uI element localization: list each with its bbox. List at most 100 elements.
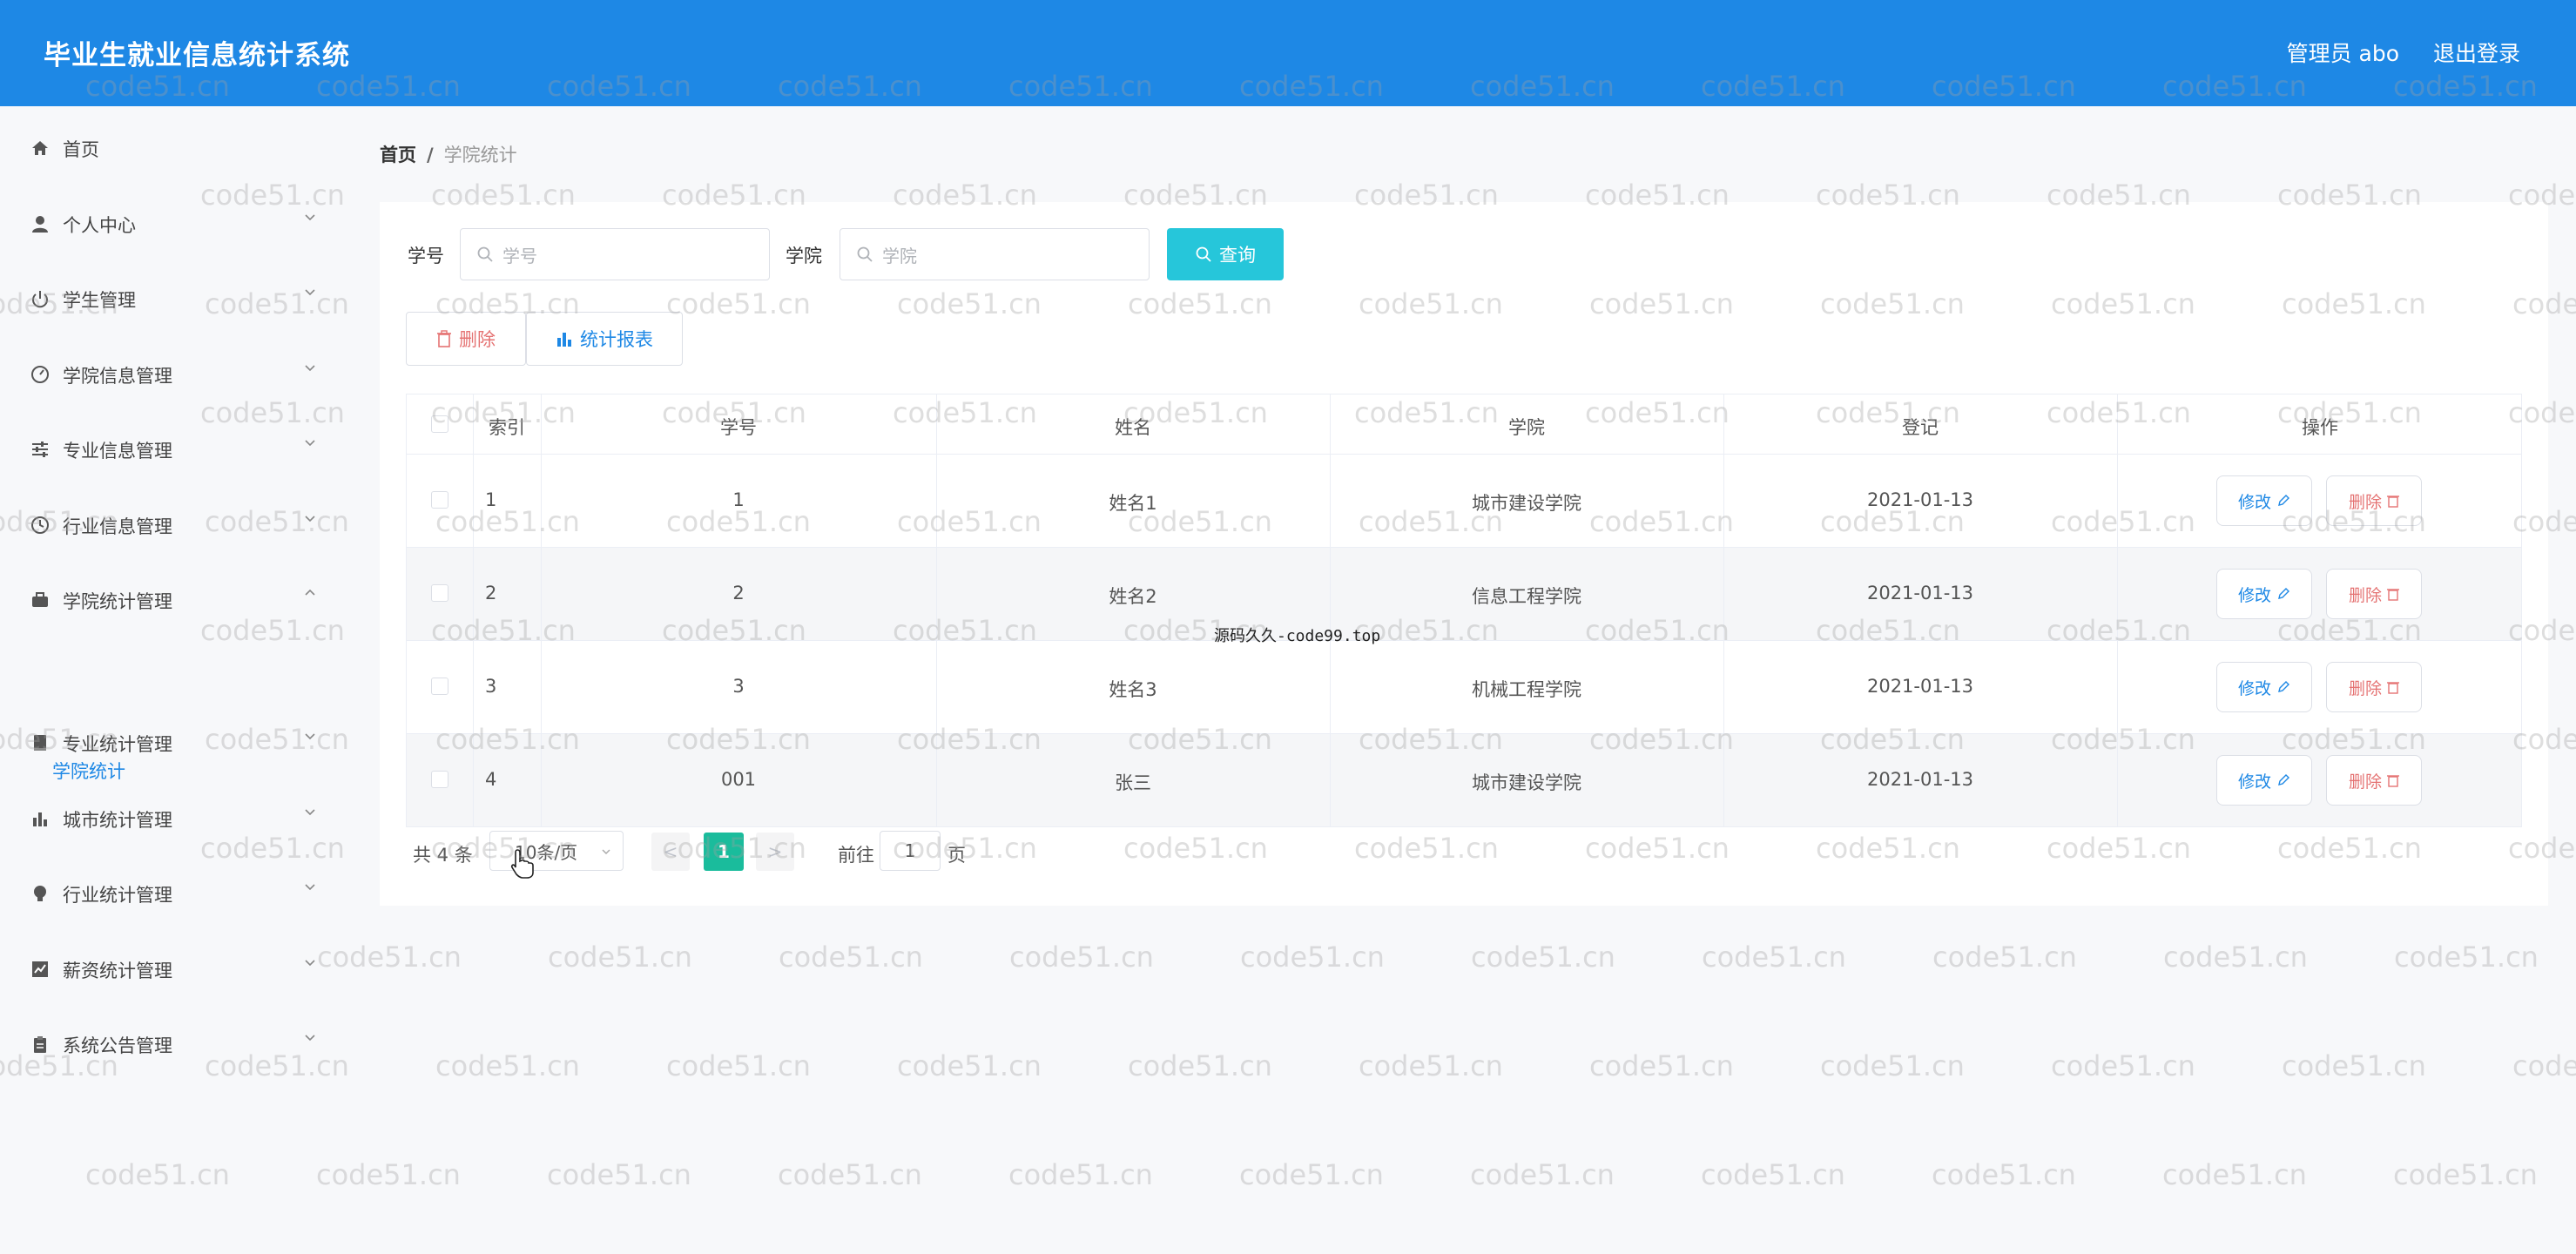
watermark-text: code51.cn (1932, 940, 2077, 974)
cell-name: 姓名1 (1109, 493, 1157, 514)
watermark-text: code51.cn (779, 940, 923, 974)
row-checkbox[interactable] (431, 678, 448, 695)
cell-date: 2021-01-13 (1866, 489, 1974, 510)
stat-report-button[interactable]: 统计报表 (526, 312, 683, 366)
hand-cursor-icon (510, 849, 534, 879)
edit-button[interactable]: 修改 (2216, 475, 2312, 526)
watermark-text: code51.cn (548, 940, 692, 974)
sidebar-item-students[interactable]: 学生管理 (0, 274, 347, 323)
delete-button[interactable]: 删除 (2326, 755, 2422, 806)
watermark-text: code51.cn (1932, 1158, 2076, 1191)
watermark-text: code51.cn (1589, 1049, 1734, 1082)
prev-page-button[interactable]: < (651, 833, 690, 871)
watermark-text: code51.cn (778, 1158, 922, 1191)
gauge-icon (30, 364, 51, 385)
goto-page-input[interactable]: 1 (880, 831, 941, 871)
delete-button[interactable]: 删除 (2326, 569, 2422, 619)
sidebar-item-college-stats[interactable]: 学院统计管理 (0, 576, 347, 624)
chevron-down-icon (305, 440, 315, 447)
table-row: 4 001 张三 城市建设学院 2021-01-13 修改 删除 (406, 734, 2522, 827)
watermark-text: code51.cn (2394, 940, 2539, 974)
sidebar-item-label: 学生管理 (63, 290, 136, 311)
cell-college: 城市建设学院 (1472, 772, 1581, 793)
batch-delete-label: 删除 (459, 329, 496, 350)
query-button[interactable]: 查询 (1167, 228, 1284, 280)
sidebar-item-major-info[interactable]: 专业信息管理 (0, 425, 347, 474)
batch-delete-button[interactable]: 删除 (406, 312, 526, 366)
delete-label: 删除 (2348, 678, 2382, 698)
watermark-text: code51.cn (547, 1158, 691, 1191)
select-all-checkbox[interactable] (431, 415, 448, 433)
next-page-button[interactable]: > (756, 833, 794, 871)
xuehao-input[interactable]: 学号 (460, 228, 770, 280)
watermark-text: code51.cn (1008, 1158, 1153, 1191)
col-header-index: 索引 (489, 417, 525, 438)
chevron-down-icon (305, 809, 315, 816)
cell-name: 姓名2 (1109, 586, 1157, 607)
sidebar-item-major-stats[interactable]: 专业统计管理 (0, 718, 347, 767)
chevron-up-icon (305, 589, 315, 596)
sidebar-item-salary-stats[interactable]: 薪资统计管理 (0, 945, 347, 994)
chevron-down-icon (305, 214, 315, 221)
watermark-text: code51.cn (1820, 1049, 1965, 1082)
watermark-text: code51.cn (2162, 1158, 2307, 1191)
breadcrumb: 首页 / 学院统计 (380, 141, 517, 167)
sidebar-item-college-info[interactable]: 学院信息管理 (0, 350, 347, 399)
cell-name: 张三 (1115, 772, 1151, 793)
sidebar-item-city-stats[interactable]: 城市统计管理 (0, 794, 347, 843)
cell-xuehao: 2 (732, 583, 745, 603)
col-header-actions: 操作 (2302, 417, 2338, 438)
sliders-icon (30, 439, 51, 460)
watermark-text: code51.cn (1009, 940, 1154, 974)
watermark-text: code51.cn (1240, 940, 1385, 974)
breadcrumb-home[interactable]: 首页 (380, 145, 416, 165)
trash-icon (2387, 496, 2399, 508)
edit-label: 修改 (2237, 772, 2271, 792)
sidebar-item-label: 首页 (63, 139, 99, 160)
clipboard-icon (30, 1034, 51, 1055)
edit-button[interactable]: 修改 (2216, 569, 2312, 619)
sidebar-item-label: 专业信息管理 (63, 441, 172, 462)
cell-college: 城市建设学院 (1472, 493, 1581, 514)
delete-button[interactable]: 删除 (2326, 475, 2422, 526)
logout-button[interactable]: 退出登录 (2433, 37, 2520, 68)
watermark-text: code51.cn (1471, 940, 1615, 974)
center-watermark: 源码久久-code99.top (1214, 627, 1381, 645)
page-suffix: 页 (947, 845, 966, 866)
delete-button[interactable]: 删除 (2326, 662, 2422, 712)
row-checkbox[interactable] (431, 584, 448, 602)
current-user[interactable]: 管理员 abo (2287, 37, 2399, 68)
page-number-current[interactable]: 1 (704, 833, 744, 871)
cell-college: 信息工程学院 (1472, 586, 1581, 607)
sidebar-item-label: 行业统计管理 (63, 885, 172, 906)
user-icon (30, 213, 51, 234)
edit-button[interactable]: 修改 (2216, 755, 2312, 806)
sidebar-item-personal[interactable]: 个人中心 (0, 199, 347, 248)
sidebar-item-announcements[interactable]: 系统公告管理 (0, 1020, 347, 1069)
col-header-xuehao: 学号 (720, 417, 757, 438)
row-checkbox[interactable] (431, 771, 448, 788)
watermark-text: code51.cn (2512, 1049, 2576, 1082)
sidebar-item-industry-stats[interactable]: 行业统计管理 (0, 869, 347, 918)
chevron-down-icon (305, 1035, 315, 1042)
watermark-text: code51.cn (1239, 1158, 1384, 1191)
pagination-total: 共 4 条 (413, 845, 473, 866)
row-checkbox[interactable] (431, 491, 448, 509)
watermark-text: code51.cn (666, 1049, 811, 1082)
search-icon (477, 246, 493, 262)
sidebar-item-industry-info[interactable]: 行业信息管理 (0, 501, 347, 549)
sidebar-item-label: 个人中心 (63, 215, 136, 236)
breadcrumb-current: 学院统计 (443, 145, 517, 165)
cell-xuehao: 3 (732, 676, 745, 697)
chevron-down-icon (305, 516, 315, 522)
watermark-text: code51.cn (435, 1049, 580, 1082)
xueyuan-input[interactable]: 学院 (840, 228, 1150, 280)
sidebar-item-label: 系统公告管理 (63, 1035, 172, 1056)
cell-index: 1 (485, 489, 497, 510)
watermark-text: code51.cn (1701, 1158, 1845, 1191)
delete-label: 删除 (2348, 772, 2382, 792)
sidebar-item-home[interactable]: 首页 (0, 124, 347, 172)
sidebar-item-label: 学院信息管理 (63, 366, 172, 387)
goto-label: 前往 (838, 845, 874, 866)
edit-button[interactable]: 修改 (2216, 662, 2312, 712)
